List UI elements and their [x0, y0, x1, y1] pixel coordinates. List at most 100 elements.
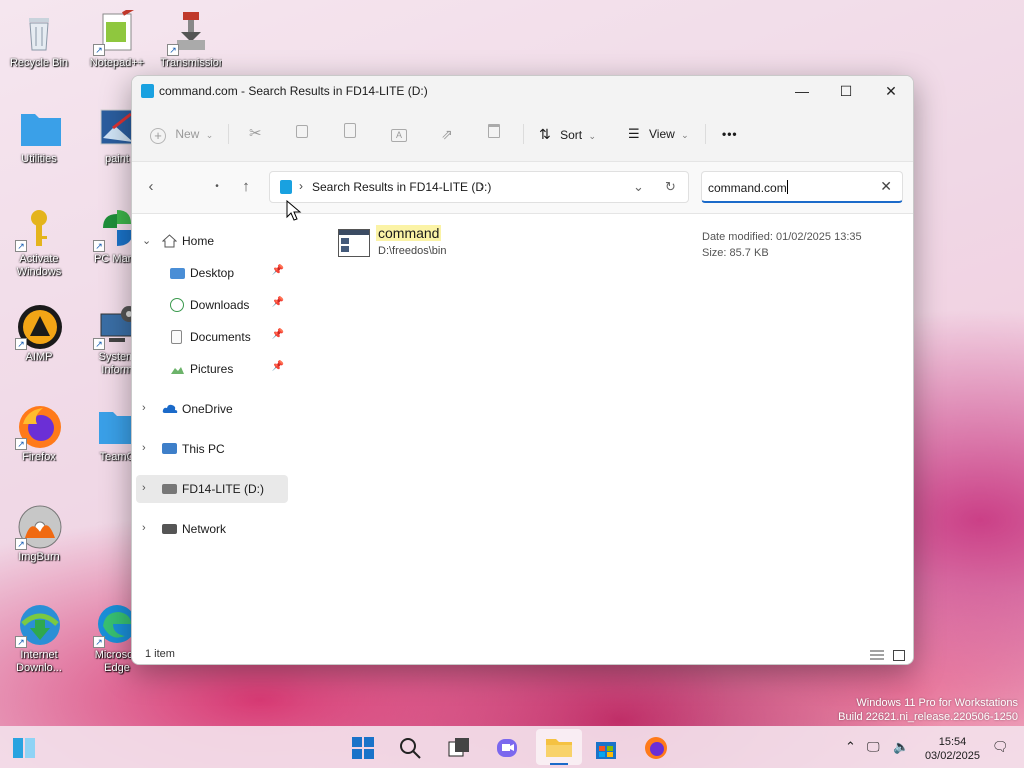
sort-button[interactable]: ⇅ Sort ⌄	[539, 122, 596, 146]
sidebar-item-documents[interactable]: Documents 📌	[136, 323, 288, 351]
chevron-right-icon[interactable]: ›	[142, 482, 146, 494]
speaker-muted-icon[interactable]: 🔈	[893, 739, 909, 755]
internet-download-manager-icon: ↗	[15, 602, 61, 648]
history-dropdown-icon[interactable]: ⌄	[633, 179, 644, 195]
taskbar: ⌃ 🖵 🔈 15:54 03/02/2025 🗨	[0, 726, 1024, 768]
pin-icon[interactable]: 📌	[272, 265, 284, 276]
task-view-icon[interactable]	[446, 735, 472, 761]
sidebar-item-label: Documents	[190, 330, 251, 344]
pin-icon[interactable]: 📌	[272, 361, 284, 372]
title-bar[interactable]: command.com - Search Results in FD14-LIT…	[132, 76, 913, 106]
sidebar-item-pictures[interactable]: Pictures 📌	[136, 355, 288, 383]
desktop-icon-notepad-plus-plus[interactable]: ↗ Notepad++	[86, 4, 148, 70]
date: 03/02/2025	[924, 750, 980, 762]
sidebar-item-this-pc[interactable]: › This PC	[136, 435, 288, 463]
sidebar-item-fd14-lite[interactable]: › FD14-LITE (D:)	[136, 475, 288, 503]
list-item[interactable]: command D:\freedos\bin Date modified: 01…	[330, 225, 910, 265]
share-icon: ⇗	[441, 126, 453, 142]
device-icon[interactable]: 🖵	[867, 739, 880, 755]
microsoft-store-icon[interactable]	[593, 735, 619, 761]
chevron-right-icon[interactable]: ›	[142, 522, 146, 534]
large-icons-view-icon[interactable]	[893, 648, 907, 661]
sidebar-item-downloads[interactable]: Downloads 📌	[136, 291, 288, 319]
chevron-down-icon[interactable]: ⌄	[142, 234, 151, 247]
teams-chat-icon[interactable]	[494, 735, 520, 761]
navigation-bar: ‹ • ↑ › Search Results in FD14-LITE (D:)…	[132, 162, 913, 214]
item-count: 1 item	[145, 648, 175, 660]
copy-button[interactable]	[296, 122, 308, 146]
file-explorer-taskbar-button[interactable]	[536, 729, 582, 765]
share-button[interactable]: ⇗	[441, 122, 453, 146]
home-icon	[161, 234, 178, 248]
details-view-icon[interactable]	[870, 648, 884, 660]
desktop-icon-label: Internet Downlo...	[16, 649, 62, 674]
drive-icon	[141, 84, 154, 98]
chevron-right-icon[interactable]: ›	[142, 442, 146, 454]
forward-button[interactable]: •	[206, 176, 228, 198]
delete-button[interactable]	[488, 122, 500, 146]
refresh-icon[interactable]: ↻	[665, 179, 676, 195]
watermark-edition: Windows 11 Pro for Workstations	[856, 697, 1018, 709]
transmission-icon: ↗	[167, 10, 213, 56]
paste-button[interactable]	[344, 122, 356, 146]
sidebar-item-desktop[interactable]: Desktop 📌	[136, 259, 288, 287]
copy-icon	[296, 125, 308, 138]
desktop-icon-activate-windows[interactable]: ↗ Activate Windows	[8, 206, 70, 279]
clear-search-icon[interactable]: ✕	[880, 178, 892, 195]
minimize-button[interactable]: —	[779, 76, 825, 106]
desktop-icon-imgburn[interactable]: ↗ ImgBurn	[8, 504, 70, 564]
pin-icon[interactable]: 📌	[272, 297, 284, 308]
sidebar-item-network[interactable]: › Network	[136, 515, 288, 543]
desktop-icon-utilities[interactable]: Utilities	[8, 106, 70, 166]
chevron-down-icon: ⌄	[588, 131, 596, 141]
widgets-icon[interactable]	[12, 735, 38, 761]
firefox-icon[interactable]	[643, 735, 669, 761]
command-bar: + New ⌄ ✂ A ⇗ ⇅ Sort ⌄ ☰ View ⌄ •••	[132, 106, 913, 162]
desktop-icon-firefox[interactable]: ↗ Firefox	[8, 404, 70, 464]
back-button[interactable]: ‹	[140, 176, 162, 198]
desktop-icon-aimp[interactable]: ↗ AIMP	[8, 304, 70, 364]
desktop-icon-internet-download-manager[interactable]: ↗ Internet Downlo...	[8, 602, 70, 675]
window-title: command.com - Search Results in FD14-LIT…	[159, 84, 428, 98]
toolbar-divider	[228, 124, 229, 144]
notifications-icon[interactable]: 🗨	[992, 739, 1009, 755]
clock[interactable]: 15:54 03/02/2025	[925, 735, 980, 763]
scissors-icon: ✂	[249, 125, 262, 142]
sidebar-item-home[interactable]: ⌄ Home	[136, 227, 288, 255]
drive-icon	[162, 484, 177, 494]
maximize-button[interactable]: ☐	[823, 76, 869, 106]
desktop-icon-label: Notepad++	[89, 57, 145, 69]
documents-icon	[171, 330, 182, 344]
up-button[interactable]: ↑	[235, 176, 257, 198]
search-box[interactable]: command.com ✕	[701, 171, 903, 203]
folder-icon	[17, 106, 61, 150]
pictures-icon	[170, 362, 185, 376]
chevron-up-icon[interactable]: ⌃	[845, 739, 856, 755]
windows-watermark: Windows 11 Pro for Workstations Build 22…	[838, 696, 1018, 724]
toolbar-divider	[705, 124, 706, 144]
rename-button[interactable]: A	[391, 122, 407, 146]
shortcut-arrow-icon: ↗	[15, 438, 27, 450]
desktop-icon-recycle-bin[interactable]: Recycle Bin	[8, 10, 70, 70]
desktop-icon-transmission[interactable]: ↗ Transmission	[160, 10, 222, 70]
shortcut-arrow-icon: ↗	[15, 538, 27, 550]
search-icon[interactable]	[397, 735, 423, 761]
chevron-right-icon[interactable]: ›	[142, 402, 146, 414]
desktop-icon-label: AIMP	[25, 351, 53, 363]
sidebar-item-onedrive[interactable]: › OneDrive	[136, 395, 288, 423]
close-button[interactable]: ✕	[868, 76, 913, 106]
start-icon[interactable]	[350, 735, 376, 761]
pin-icon[interactable]: 📌	[272, 329, 284, 340]
view-button[interactable]: ☰ View ⌄	[628, 122, 689, 146]
address-bar[interactable]: › Search Results in FD14-LITE (D:) › ⌄ ↻	[269, 171, 689, 203]
new-button[interactable]: + New ⌄	[150, 122, 213, 146]
chevron-right-icon[interactable]: ›	[480, 179, 484, 193]
more-options-button[interactable]: •••	[722, 122, 738, 146]
cut-button[interactable]: ✂	[249, 122, 262, 146]
watermark-build: Build 22621.ni_release.220506-1250	[838, 711, 1018, 723]
sidebar-item-label: Home	[182, 234, 215, 248]
breadcrumb[interactable]: Search Results in FD14-LITE (D:)	[312, 180, 491, 194]
search-input[interactable]: command.com	[708, 180, 788, 195]
desktop-icon-label: Transmission	[160, 57, 222, 69]
imgburn-icon: ↗	[15, 504, 62, 550]
